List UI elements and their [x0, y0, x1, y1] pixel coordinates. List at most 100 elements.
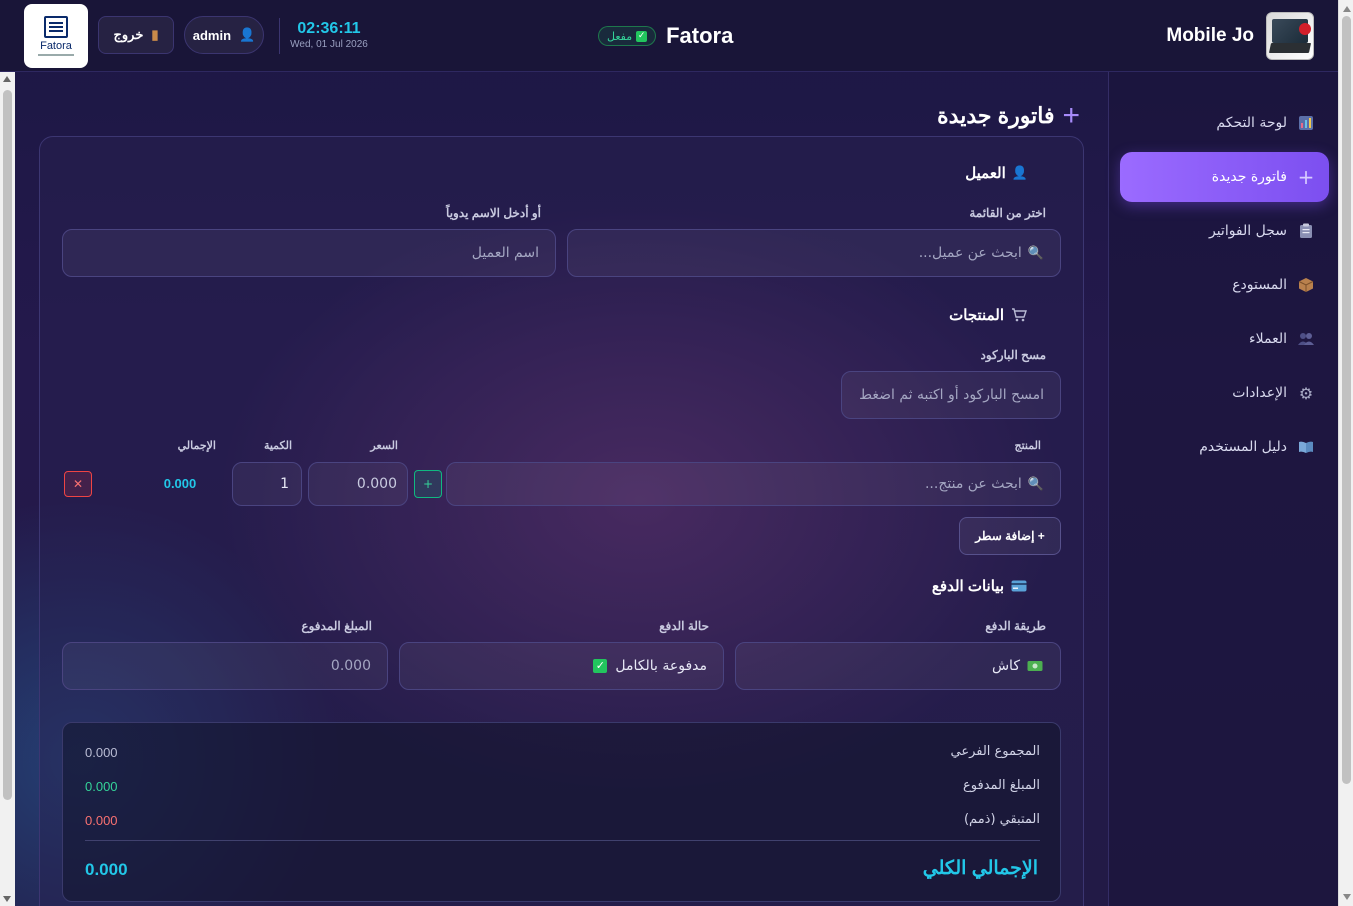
clock-date: Wed, 01 Jul 2026 [290, 39, 368, 50]
logo-mark-icon [44, 16, 68, 38]
top-bar: Mobile Jo ✓ مفعل Fatora 02:36:11 Wed, 01… [0, 0, 1338, 72]
sidebar-item-invoice-history[interactable]: سجل الفواتير [1120, 206, 1329, 256]
barcode-placeholder: امسح الباركود أو اكتبه ثم اضغط [859, 387, 1044, 403]
check-icon: ✓ [593, 656, 608, 676]
barcode-input[interactable]: امسح الباركود أو اكتبه ثم اضغط [841, 371, 1061, 419]
sidebar-item-new-invoice[interactable]: + فاتورة جديدة [1120, 152, 1329, 202]
clipboard-icon [1297, 222, 1315, 240]
page-title-text: فاتورة جديدة [937, 103, 1055, 128]
page-title: + فاتورة جديدة [937, 100, 1080, 132]
sidebar-item-settings[interactable]: ⚙ الإعدادات [1120, 368, 1329, 418]
payment-method-select[interactable]: كاش [735, 642, 1061, 690]
price-value: 0.000 [356, 476, 397, 492]
totals-summary: المجموع الفرعي 0.000 المبلغ المدفوع 0.00… [62, 722, 1061, 902]
brand: Mobile Jo [1166, 12, 1314, 60]
scroll-down-arrow-icon[interactable] [3, 896, 11, 902]
line-total: 0.000 [163, 476, 197, 491]
section-title-text: بيانات الدفع [931, 578, 1004, 595]
plus-icon: + [1062, 99, 1080, 132]
search-icon: 🔍 [1027, 245, 1044, 261]
window-scrollbar[interactable] [1338, 0, 1353, 906]
paid-label: المبلغ المدفوع [963, 778, 1040, 793]
subtotal-row: المجموع الفرعي 0.000 [63, 742, 1062, 764]
clock-time: 02:36:11 [297, 20, 361, 37]
sidebar-item-user-guide[interactable]: دليل المستخدم [1120, 422, 1329, 472]
scroll-thumb[interactable] [1342, 16, 1351, 784]
scroll-thumb[interactable] [3, 90, 12, 800]
plus-icon: + [422, 477, 434, 491]
sidebar-item-label: المستودع [1232, 277, 1287, 293]
barcode-label: مسح الباركود [980, 348, 1046, 362]
customer-name-placeholder: اسم العميل [471, 245, 539, 261]
column-header-quantity: الكمية [263, 440, 292, 452]
app-logo[interactable]: Fatora [24, 4, 88, 68]
sidebar-item-label: الإعدادات [1232, 385, 1287, 401]
status-badge-label: مفعل [607, 29, 633, 43]
logo-text: Fatora [40, 40, 72, 52]
customer-name-field[interactable]: اسم العميل [62, 229, 556, 277]
product-search-placeholder: ابحث عن منتج... [924, 476, 1022, 492]
subtotal-value: 0.000 [85, 745, 118, 760]
grand-total-value: 0.000 [85, 860, 128, 879]
scroll-up-arrow-icon[interactable] [3, 76, 11, 82]
sidebar-item-label: العملاء [1249, 331, 1287, 347]
cart-icon [1010, 306, 1028, 324]
app-name: Fatora [666, 23, 734, 48]
content-scrollbar[interactable] [0, 72, 15, 906]
subtotal-label: المجموع الفرعي [950, 744, 1040, 759]
remaining-row: المتبقي (ذمم) 0.000 [63, 810, 1062, 832]
user-icon: 👤 [239, 27, 256, 42]
box-icon [1297, 276, 1315, 294]
header-divider [279, 18, 280, 54]
products-section-title: المنتجات [949, 304, 1028, 326]
sidebar-item-dashboard[interactable]: لوحة التحكم [1120, 98, 1329, 148]
product-search-input[interactable]: 🔍 ابحث عن منتج... [446, 462, 1061, 506]
grand-total-label: الإجمالي الكلي [922, 858, 1038, 879]
price-input[interactable]: 0.000 [308, 462, 408, 506]
remaining-label: المتبقي (ذمم) [963, 812, 1040, 827]
check-icon: ✓ [636, 30, 648, 42]
customer-search-input[interactable]: 🔍 ابحث عن عميل... [567, 229, 1061, 277]
totals-divider [85, 840, 1040, 841]
scroll-down-arrow-icon[interactable] [1343, 894, 1351, 900]
column-header-product: المنتج [1014, 440, 1041, 452]
payment-status-value: مدفوعة بالكامل [615, 658, 707, 674]
sidebar-item-warehouse[interactable]: المستودع [1120, 260, 1329, 310]
sidebar-item-label: دليل المستخدم [1199, 439, 1287, 455]
user-label: admin [192, 27, 232, 43]
paid-amount-label: المبلغ المدفوع [301, 619, 372, 633]
sidebar-item-customers[interactable]: العملاء [1120, 314, 1329, 364]
customer-search-placeholder: ابحث عن عميل... [918, 245, 1022, 261]
paid-amount-field[interactable]: 0.000 [62, 642, 388, 690]
brand-name: Mobile Jo [1166, 25, 1254, 46]
quantity-input[interactable]: 1 [232, 462, 302, 506]
add-product-button[interactable]: + [414, 470, 442, 498]
paid-amount-placeholder: 0.000 [330, 658, 371, 674]
delete-row-button[interactable]: ✕ [64, 471, 92, 497]
remaining-value: 0.000 [85, 813, 118, 828]
sidebar-item-label: لوحة التحكم [1216, 115, 1287, 131]
card-icon [1010, 577, 1028, 595]
sidebar-item-label: فاتورة جديدة [1211, 169, 1287, 185]
user-menu-button[interactable]: 👤 admin [184, 16, 264, 54]
book-icon [1297, 438, 1315, 456]
quantity-value: 1 [280, 476, 289, 492]
sidebar-item-label: سجل الفواتير [1208, 223, 1287, 239]
logout-button[interactable]: ▮ خروج [98, 16, 174, 54]
payment-status-select[interactable]: مدفوعة بالكامل ✓ [399, 642, 724, 690]
users-icon [1297, 330, 1315, 348]
gear-icon: ⚙ [1298, 383, 1314, 403]
cash-icon [1026, 657, 1044, 675]
customer-section-title: 👤 العميل [965, 162, 1028, 184]
brand-thumbnail [1266, 12, 1314, 60]
column-header-total: الإجمالي [177, 440, 216, 452]
customer-select-label: اختر من القائمة [969, 206, 1046, 220]
close-icon: ✕ [72, 477, 84, 491]
app-title-group: ✓ مفعل Fatora [598, 22, 733, 50]
payment-section-title: بيانات الدفع [932, 575, 1028, 597]
clock: 02:36:11 Wed, 01 Jul 2026 [287, 20, 371, 52]
scroll-up-arrow-icon[interactable] [1343, 6, 1351, 12]
payment-method-value: كاش [991, 658, 1020, 674]
sidebar: لوحة التحكم + فاتورة جديدة سجل الفواتير … [1108, 72, 1338, 906]
add-row-button[interactable]: + إضافة سطر [959, 517, 1061, 555]
